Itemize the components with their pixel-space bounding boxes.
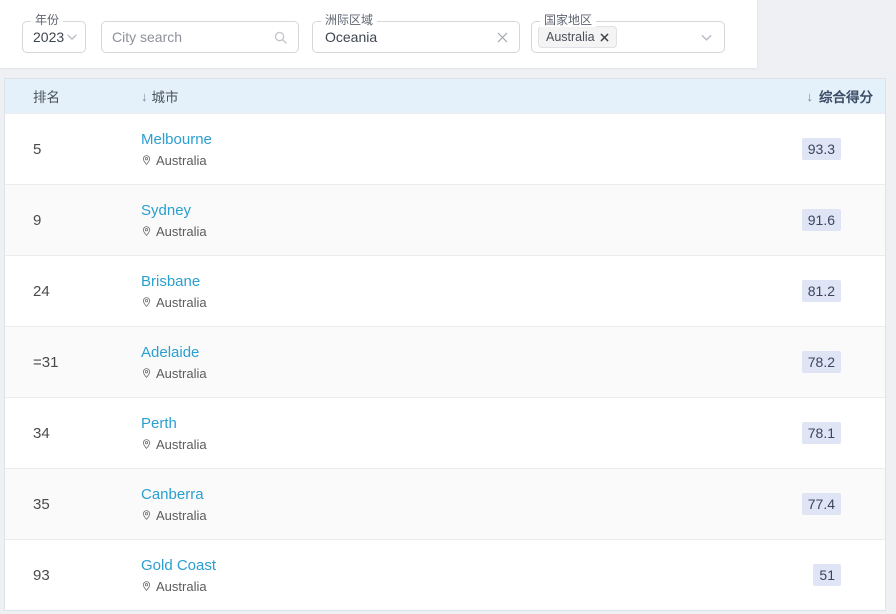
location-pin-icon [141,580,152,592]
table-row: 24 Brisbane Australia 81.2 [5,255,885,326]
city-link[interactable]: Perth [141,415,177,432]
rank-value: 5 [5,141,141,158]
city-link[interactable]: Canberra [141,486,204,503]
location-pin-icon [141,225,152,237]
chevron-down-icon [699,30,714,45]
rank-value: =31 [5,354,141,371]
column-header-rank: 排名 [5,86,141,106]
country-label: Australia [156,579,207,594]
city-link[interactable]: Brisbane [141,273,200,290]
tag-remove-icon[interactable] [600,33,609,42]
search-icon [273,30,288,45]
rank-value: 34 [5,425,141,442]
rank-value: 24 [5,283,141,300]
region-select-label: 洲际区域 [321,13,377,27]
year-select-value: 2023 [33,29,64,45]
table-row: 5 Melbourne Australia 93.3 [5,113,885,184]
year-select-label: 年份 [31,13,63,27]
country-label: Australia [156,224,207,239]
column-header-score[interactable]: ↓ 综合得分 [807,86,886,106]
location-pin-icon [141,367,152,379]
score-badge: 78.2 [802,351,841,373]
chevron-down-icon [65,30,79,44]
column-header-city[interactable]: ↓ 城市 [141,86,807,106]
location-pin-icon [141,154,152,166]
city-link[interactable]: Gold Coast [141,557,216,574]
region-select-value: Oceania [325,29,377,45]
country-label: Australia [156,295,207,310]
location-pin-icon [141,509,152,521]
score-badge: 93.3 [802,138,841,160]
table-row: 35 Canberra Australia 77.4 [5,468,885,539]
table-row: =31 Adelaide Australia 78.2 [5,326,885,397]
country-label: Australia [156,366,207,381]
table-body: 5 Melbourne Australia 93.3 9 Sydney [5,113,885,610]
city-ranking-table: 排名 ↓ 城市 ↓ 综合得分 5 Melbourne Australia 93.… [4,78,886,611]
country-tag-label: Australia [546,30,595,44]
table-row: 34 Perth Australia 78.1 [5,397,885,468]
rank-value: 35 [5,496,141,513]
city-search-input[interactable] [112,29,273,45]
rank-value: 93 [5,567,141,584]
country-select[interactable]: 国家地区 Australia [531,21,725,53]
country-label: Australia [156,508,207,523]
table-header: 排名 ↓ 城市 ↓ 综合得分 [5,79,885,113]
table-row: 9 Sydney Australia 91.6 [5,184,885,255]
country-label: Australia [156,153,207,168]
filter-bar: 年份 2023 洲际区域 Oceania 国家地区 Australia [0,0,757,68]
city-link[interactable]: Sydney [141,202,191,219]
score-badge: 91.6 [802,209,841,231]
country-label: Australia [156,437,207,452]
score-badge: 77.4 [802,493,841,515]
score-badge: 51 [813,564,841,586]
sort-descending-icon[interactable]: ↓ [141,89,148,104]
clear-icon[interactable] [496,31,509,44]
location-pin-icon [141,296,152,308]
score-badge: 78.1 [802,422,841,444]
score-badge: 81.2 [802,280,841,302]
rank-value: 9 [5,212,141,229]
city-search-field[interactable] [101,21,299,53]
column-header-city-label: 城市 [152,86,179,106]
city-link[interactable]: Melbourne [141,131,212,148]
column-header-score-label: 综合得分 [819,86,873,106]
city-link[interactable]: Adelaide [141,344,199,361]
sort-descending-icon[interactable]: ↓ [807,89,814,104]
country-select-label: 国家地区 [540,13,596,27]
region-select[interactable]: 洲际区域 Oceania [312,21,520,53]
country-tag-australia: Australia [538,26,617,48]
year-select[interactable]: 年份 2023 [22,21,86,53]
table-row: 93 Gold Coast Australia 51 [5,539,885,610]
location-pin-icon [141,438,152,450]
